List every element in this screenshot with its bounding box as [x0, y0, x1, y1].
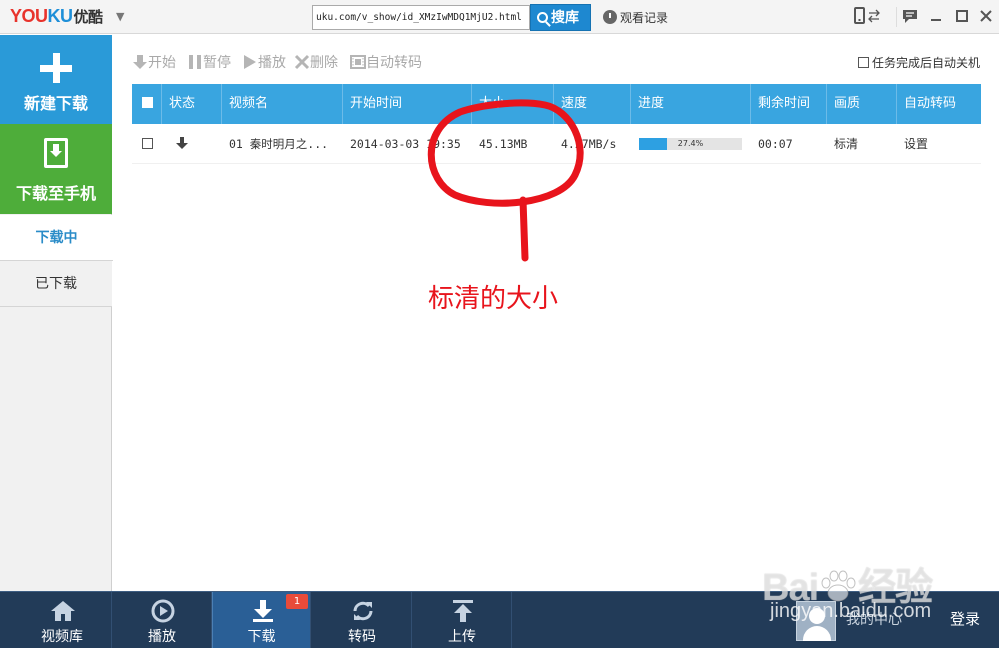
baidu-watermark-url: jingyan.baidu.com — [770, 600, 932, 622]
nav-download[interactable]: 1 下载 — [212, 592, 311, 648]
annotation-label: 标清的大小 — [428, 284, 559, 314]
download-icon — [253, 600, 273, 622]
nav-upload[interactable]: 上传 — [413, 592, 512, 648]
annotation-circle — [427, 99, 584, 262]
home-icon — [51, 601, 75, 621]
paw-icon — [821, 570, 856, 602]
nav-video-library[interactable]: 视频库 — [13, 592, 112, 648]
nav-convert-label: 转码 — [348, 629, 376, 645]
nav-play-label: 播放 — [148, 629, 176, 645]
download-count-badge: 1 — [286, 594, 308, 609]
nav-play[interactable]: 播放 — [113, 592, 212, 648]
refresh-icon — [353, 601, 373, 621]
nav-download-label: 下载 — [247, 629, 276, 645]
nav-video-library-label: 视频库 — [41, 629, 83, 645]
nav-convert[interactable]: 转码 — [313, 592, 412, 648]
play-circle-icon — [151, 599, 175, 623]
login-link[interactable]: 登录 — [950, 608, 980, 629]
upload-icon — [453, 600, 473, 622]
nav-upload-label: 上传 — [448, 629, 476, 645]
